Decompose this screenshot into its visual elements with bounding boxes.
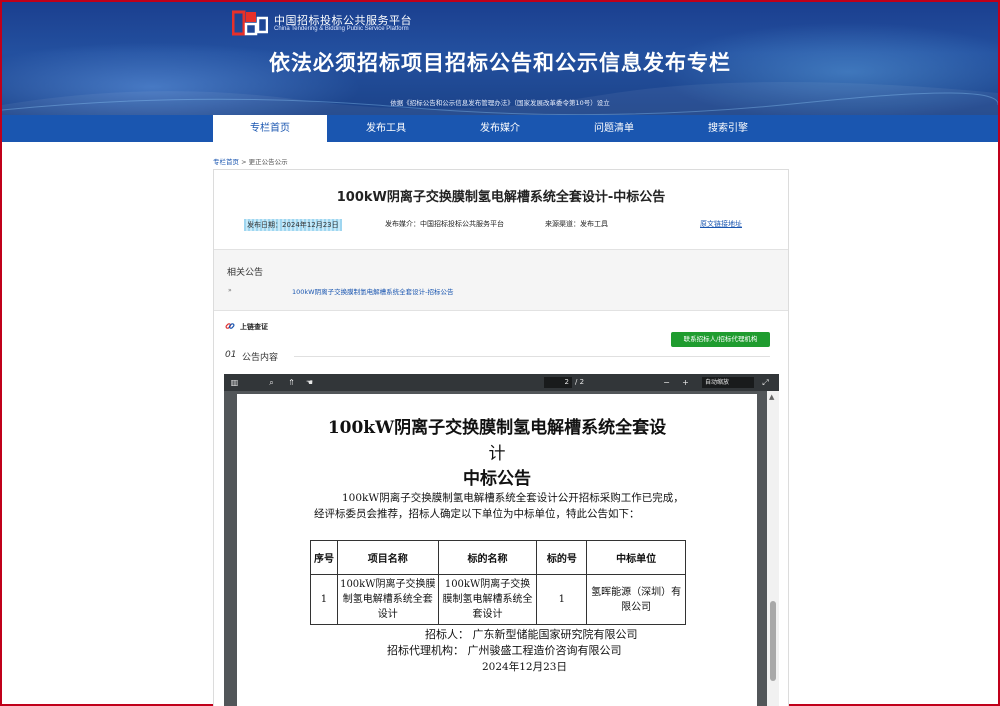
chain-link-icon [225,323,235,329]
original-link[interactable]: 原文链接地址 [700,219,742,229]
source-channel: 来源渠道：发布工具 [545,220,608,228]
zoom-select[interactable]: 自动缩放 [702,377,754,388]
pdf-title-line1: 100kW阴离子交换膜制氢电解槽系统全套设 [327,418,667,438]
pdf-title-award: 中标公告 [463,469,531,489]
breadcrumb: 专栏首页 > 更正公告公示 [213,156,288,166]
nav-item-issue-list[interactable]: 问题清单 [557,115,671,142]
table-cell: 100kW阴离子交换膜制氢电解槽系统全套设计 [437,574,538,625]
pdf-viewer: ▥ ⌕ ⇑ ☚ 2 / 2 − + 自动缩放 ⤢ 100kW阴离子交换膜制氢电解… [224,374,779,706]
pdf-page: 100kW阴离子交换膜制氢电解槽系统全套设 计 中标公告 100kW阴离子交换膜… [237,394,757,706]
related-notice-link[interactable]: 100kW阴离子交换膜制氢电解槽系统全套设计-招标公告 [292,286,453,296]
page-title: 依法必须招标项目招标公告和公示信息发布专栏 [269,51,731,75]
page-total: / 2 [575,378,585,386]
pdf-toolbar: ▥ ⌕ ⇑ ☚ 2 / 2 − + 自动缩放 ⤢ [224,374,779,391]
platform-logo-icon[interactable] [232,10,268,36]
page-number-input[interactable]: 2 [544,377,572,388]
notice-title: 100kW阴离子交换膜制氢电解槽系统全套设计-中标公告 [336,190,666,205]
header-banner: 中国招标投标公共服务平台 China Tendering & Bidding P… [2,2,998,115]
breadcrumb-current: 更正公告公示 [248,158,288,166]
table-header-row: 序号 项目名称 标的名称 标的号 中标单位 [310,540,686,575]
related-bullet: » [228,287,232,294]
award-table: 序号 项目名称 标的名称 标的号 中标单位 1 100kW阴离子交换膜制氢电解槽… [310,540,686,625]
nav-item-search-engine[interactable]: 搜索引擎 [671,115,785,142]
page-up-icon[interactable]: ⇑ [286,377,297,388]
table-header: 中标单位 [586,540,686,575]
section-number: 01 [225,350,237,360]
platform-name-en: China Tendering & Bidding Public Service… [274,26,409,32]
sidebar-toggle-icon[interactable]: ▥ [229,377,240,388]
chain-verify-label[interactable]: 上链查证 [240,322,268,332]
agency-line: 招标代理机构： 广州骏盛工程造价咨询有限公司 [387,644,622,657]
pdf-paragraph: 100kW阴离子交换膜制氢电解槽系统全套设计公开招标采购工作已完成，经评标委员会… [314,492,684,520]
breadcrumb-home-link[interactable]: 专栏首页 [213,158,239,166]
search-icon[interactable]: ⌕ [266,377,277,388]
hand-tool-icon[interactable]: ☚ [304,377,315,388]
nav-item-publish-media[interactable]: 发布媒介 [443,115,557,142]
page-subtitle: 依据《招标公告和公示信息发布管理办法》（国家发展改革委令第10号）设立 [390,99,610,107]
fullscreen-icon[interactable]: ⤢ [760,377,771,388]
related-notices: 相关公告 » 100kW阴离子交换膜制氢电解槽系统全套设计-招标公告 [214,249,788,311]
table-header: 项目名称 [336,540,439,575]
tenderer-line: 招标人： 广东新型储能国家研究院有限公司 [425,628,638,641]
related-heading: 相关公告 [227,268,264,278]
contact-tenderer-button[interactable]: 联系招标人/招标代理机构 [671,332,770,347]
scroll-up-arrow-icon[interactable]: ▲ [769,393,774,401]
table-cell: 氢晖能源（深圳）有限公司 [586,574,686,625]
main-nav: 专栏首页 发布工具 发布媒介 问题清单 搜索引擎 [2,115,998,142]
breadcrumb-separator: > [239,158,249,166]
section-label: 公告内容 [242,353,279,363]
zoom-in-button[interactable]: + [680,377,691,388]
table-row: 1 100kW阴离子交换膜制氢电解槽系统全套设计 100kW阴离子交换膜制氢电解… [310,574,686,625]
nav-item-home[interactable]: 专栏首页 [213,115,327,142]
table-cell: 1 [310,574,338,625]
table-cell: 1 [536,574,588,625]
pdf-scrollbar[interactable]: ▲ [767,391,779,706]
nav-item-publish-tools[interactable]: 发布工具 [329,115,443,142]
publish-date: 发布日期：2024年12月23日 [244,219,342,231]
zoom-out-button[interactable]: − [661,377,672,388]
publish-media: 发布媒介：中国招标投标公共服务平台 [385,220,504,228]
pdf-date: 2024年12月23日 [482,661,567,673]
table-header: 序号 [310,540,338,575]
section-divider [294,356,770,357]
scroll-thumb[interactable] [770,601,776,681]
table-cell: 100kW阴离子交换膜制氢电解槽系统全套设计 [336,574,439,625]
banner-wave-decoration [2,81,998,115]
pdf-title-line2: 计 [488,444,506,464]
table-header: 标的名称 [437,540,538,575]
table-header: 标的号 [536,540,588,575]
